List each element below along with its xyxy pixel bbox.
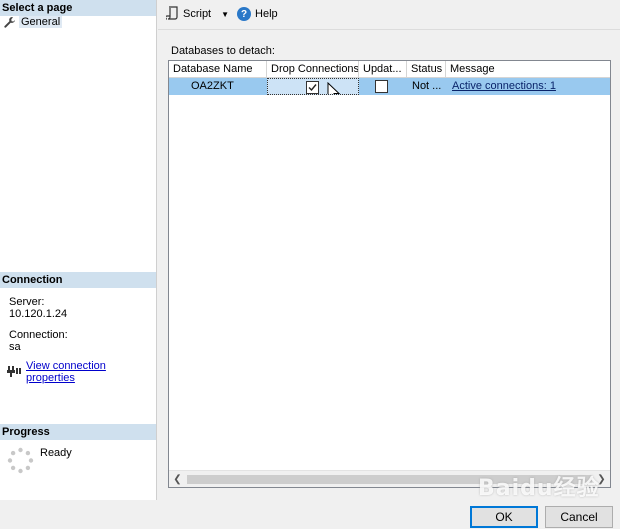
progress-row: Ready	[7, 447, 72, 474]
help-button[interactable]: ? Help	[237, 7, 278, 21]
ok-button[interactable]: OK	[470, 506, 538, 528]
grid-caption: Databases to detach:	[171, 45, 275, 57]
update-statistics-checkbox[interactable]	[375, 80, 388, 93]
column-header-update[interactable]: Updat...	[359, 61, 407, 78]
wrench-icon	[3, 16, 16, 29]
view-connection-properties-link[interactable]: View connection properties	[26, 360, 156, 384]
server-value: 10.120.1.24	[9, 308, 68, 320]
help-icon: ?	[237, 7, 252, 21]
column-header-database-name[interactable]: Database Name	[169, 61, 267, 78]
progress-header: Progress	[0, 424, 156, 440]
help-label: Help	[255, 8, 278, 20]
cell-drop-connections[interactable]	[267, 78, 359, 95]
baidu-watermark: Baidu经验	[478, 476, 600, 501]
chevron-down-icon: ▼	[221, 9, 230, 19]
cell-update-statistics[interactable]	[359, 78, 407, 95]
active-connections-link[interactable]: Active connections: 1	[452, 80, 556, 92]
column-header-drop-connections[interactable]: Drop Connections	[267, 61, 359, 78]
cell-message[interactable]: Active connections: 1	[446, 78, 610, 95]
view-connection-row[interactable]: View connection properties	[7, 360, 156, 384]
cell-database-name[interactable]: OA2ZKT	[185, 78, 267, 95]
mouse-cursor-icon	[327, 81, 341, 94]
cancel-button[interactable]: Cancel	[545, 506, 613, 528]
checkmark-icon	[308, 84, 317, 92]
progress-spinner-icon	[7, 447, 34, 474]
left-pane: Select a page General Connection Server:…	[0, 0, 157, 500]
column-header-message[interactable]: Message	[446, 61, 610, 78]
script-icon	[164, 5, 179, 23]
scroll-left-icon[interactable]: ❮	[169, 471, 186, 488]
script-label: Script	[183, 8, 212, 20]
script-dropdown-button[interactable]: ▼	[217, 10, 229, 19]
page-item-label: General	[19, 16, 63, 28]
toolbar-divider	[158, 29, 620, 30]
connection-value: sa	[9, 341, 21, 353]
row-header[interactable]	[169, 78, 185, 95]
toolbar: Script ▼ ? Help	[158, 0, 620, 28]
drop-connections-checkbox[interactable]	[306, 81, 319, 94]
column-header-status[interactable]: Status	[407, 61, 446, 78]
databases-grid[interactable]: Database Name Drop Connections Updat... …	[168, 60, 611, 488]
grid-header: Database Name Drop Connections Updat... …	[169, 61, 610, 78]
connection-header: Connection	[0, 272, 156, 288]
select-page-header: Select a page	[0, 0, 156, 16]
cell-status[interactable]: Not ...	[407, 78, 446, 95]
progress-status: Ready	[40, 447, 72, 459]
script-button[interactable]: Script	[164, 5, 212, 23]
table-row[interactable]: OA2ZKT Not ... Active connections: 1	[169, 78, 610, 95]
page-item-general[interactable]: General	[3, 15, 63, 29]
connection-properties-icon	[7, 365, 21, 380]
